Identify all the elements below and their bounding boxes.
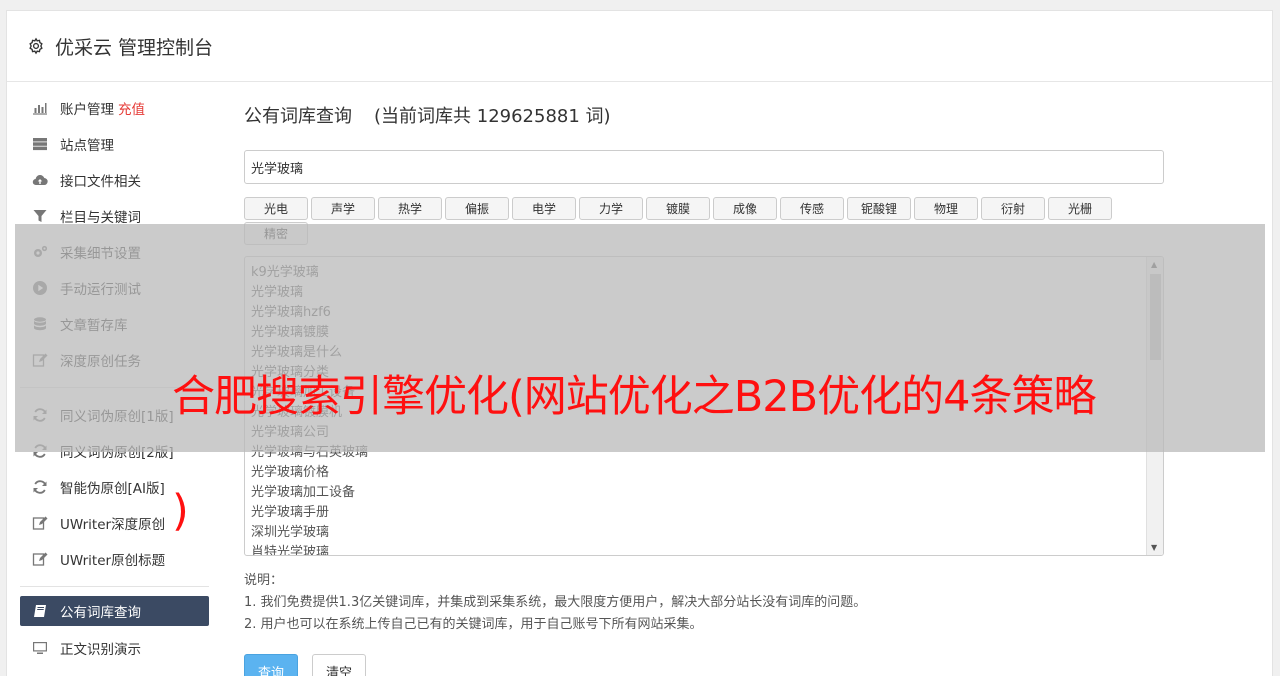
list-item[interactable]: 深圳光学玻璃: [251, 523, 1157, 543]
tag-button[interactable]: 铌酸锂: [847, 197, 911, 220]
tag-button[interactable]: 声学: [311, 197, 375, 220]
sidebar-item-label: 接口文件相关: [60, 174, 141, 190]
server-icon: [31, 136, 49, 152]
list-item[interactable]: 光学玻璃手册: [251, 503, 1157, 523]
filter-icon: [31, 208, 49, 224]
sidebar-item-g2-4[interactable]: UWriter原创标题: [20, 541, 209, 577]
tag-button[interactable]: 镀膜: [646, 197, 710, 220]
sidebar-item-g1-0[interactable]: 账户管理 充值: [20, 90, 209, 126]
scroll-down-icon[interactable]: ▼: [1151, 543, 1157, 552]
recharge-link[interactable]: 充值: [118, 98, 145, 118]
sidebar-item-g3-0[interactable]: 公有词库查询: [20, 596, 209, 626]
tag-button[interactable]: 衍射: [981, 197, 1045, 220]
header-title: 优采云 管理控制台: [55, 36, 214, 59]
overlay-title-end: ): [172, 486, 189, 536]
sidebar-item-label: 正文识别演示: [60, 642, 141, 658]
notes-title: 说明：: [244, 573, 284, 588]
list-item[interactable]: 光学玻璃加工设备: [251, 483, 1157, 503]
clear-button[interactable]: 清空: [312, 654, 366, 676]
list-item[interactable]: 肖特光学玻璃: [251, 543, 1157, 555]
sidebar-item-label: 智能伪原创[AI版]: [60, 481, 165, 497]
tag-button[interactable]: 偏振: [445, 197, 509, 220]
sidebar-item-label: UWriter深度原创: [60, 517, 166, 533]
edit-icon: [31, 551, 49, 567]
overlay-title: 合肥搜索引擎优化(网站优化之B2B优化的4条策略: [172, 372, 1096, 422]
notes: 说明： 1. 我们免费提供1.3亿关键词库，并集成到采集系统，最大限度方便用户，…: [244, 570, 1164, 636]
header: 优采云 管理控制台: [7, 11, 1272, 82]
tag-button[interactable]: 电学: [512, 197, 576, 220]
tag-button[interactable]: 传感: [780, 197, 844, 220]
note-line: 1. 我们免费提供1.3亿关键词库，并集成到采集系统，最大限度方便用户，解决大部…: [244, 595, 867, 610]
note-line: 2. 用户也可以在系统上传自己已有的关键词库，用于自己账号下所有网站采集。: [244, 617, 703, 632]
monitor-icon: [31, 640, 49, 656]
sidebar-item-label: 账户管理: [60, 102, 114, 118]
tag-button[interactable]: 光栅: [1048, 197, 1112, 220]
tag-button[interactable]: 物理: [914, 197, 978, 220]
sidebar-item-g3-1[interactable]: 正文识别演示: [20, 630, 209, 666]
sidebar-item-label: 栏目与关键词: [60, 210, 141, 226]
list-item[interactable]: 光学玻璃价格: [251, 463, 1157, 483]
refresh-icon: [31, 479, 49, 495]
query-button[interactable]: 查询: [244, 654, 298, 676]
bar-chart-icon: [31, 100, 49, 116]
page-title: 公有词库查询 (当前词库共 129625881 词): [244, 102, 1164, 128]
cloud-upload-icon: [31, 172, 49, 188]
sidebar-item-label: 站点管理: [60, 138, 114, 154]
page-title-text: 公有词库查询: [244, 106, 352, 127]
tag-button[interactable]: 力学: [579, 197, 643, 220]
sidebar-divider: [20, 586, 209, 587]
sidebar-item-label: UWriter原创标题: [60, 553, 166, 569]
tag-button[interactable]: 成像: [713, 197, 777, 220]
tag-button[interactable]: 热学: [378, 197, 442, 220]
sidebar-item-label: 公有词库查询: [60, 605, 141, 621]
edit-icon: [31, 515, 49, 531]
book-icon: [31, 603, 49, 619]
gear-icon: [29, 37, 43, 55]
word-count: (当前词库共 129625881 词): [374, 106, 611, 127]
search-input[interactable]: [244, 150, 1164, 184]
sidebar-item-g1-1[interactable]: 站点管理: [20, 126, 209, 162]
sidebar-item-g1-2[interactable]: 接口文件相关: [20, 162, 209, 198]
tag-button[interactable]: 光电: [244, 197, 308, 220]
button-row: 查询 清空: [244, 654, 1164, 676]
